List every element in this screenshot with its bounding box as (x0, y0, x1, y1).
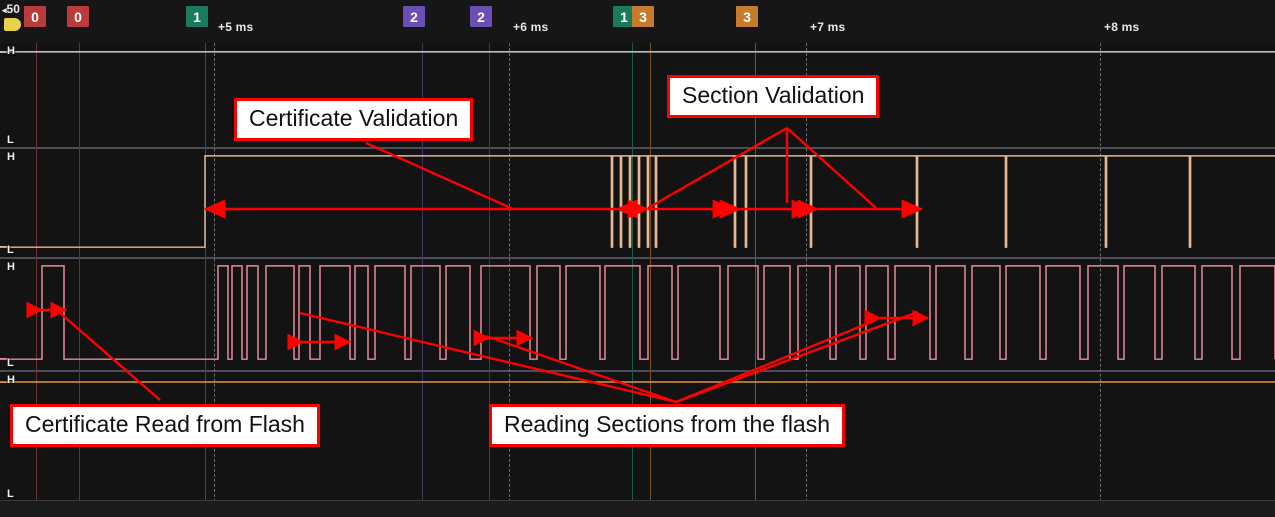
time-ruler[interactable]: ◂50 us +5 ms +6 ms +7 ms +8 ms 00122133 (0, 0, 1275, 44)
channel-3-high-label: H (7, 374, 15, 386)
callout-section-validation: Section Validation (667, 75, 880, 118)
logic-analyzer-window: ◂50 us +5 ms +6 ms +7 ms +8 ms 00122133 H L… (0, 0, 1275, 517)
channel-1-waveform (0, 155, 1275, 248)
time-tick-label-0: +5 ms (218, 20, 254, 34)
marker-flag-7[interactable]: 3 (736, 6, 758, 27)
time-tick-label-1: +6 ms (513, 20, 549, 34)
channel-3-low-label: L (7, 488, 14, 500)
trigger-handle-icon[interactable] (4, 18, 21, 31)
channel-2-high-label: H (7, 261, 15, 273)
channel-1-low-label: L (7, 244, 14, 256)
channel-row-2[interactable]: H L (0, 259, 1275, 372)
callout-certificate-validation: Certificate Validation (234, 98, 474, 141)
marker-flag-2[interactable]: 1 (186, 6, 208, 27)
marker-flag-1[interactable]: 0 (67, 6, 89, 27)
channel-row-0[interactable]: H L (0, 43, 1275, 149)
channel-1-high-label: H (7, 151, 15, 163)
marker-flag-3[interactable]: 2 (403, 6, 425, 27)
marker-flag-0[interactable]: 0 (24, 6, 46, 27)
marker-flag-6[interactable]: 3 (632, 6, 654, 27)
callout-certificate-read-from-flash: Certificate Read from Flash (10, 404, 320, 447)
time-tick-label-3: +8 ms (1104, 20, 1140, 34)
channel-row-1[interactable]: H L (0, 149, 1275, 259)
channel-2-low-label: L (7, 357, 14, 369)
channel-2-waveform (0, 265, 1275, 360)
marker-flag-4[interactable]: 2 (470, 6, 492, 27)
status-bar (0, 500, 1275, 517)
callout-reading-sections-from-flash: Reading Sections from the flash (489, 404, 846, 447)
time-tick-label-2: +7 ms (810, 20, 846, 34)
channel-0-waveform (0, 51, 1275, 53)
channel-0-high-label: H (7, 45, 15, 57)
channel-0-low-label: L (7, 134, 14, 146)
